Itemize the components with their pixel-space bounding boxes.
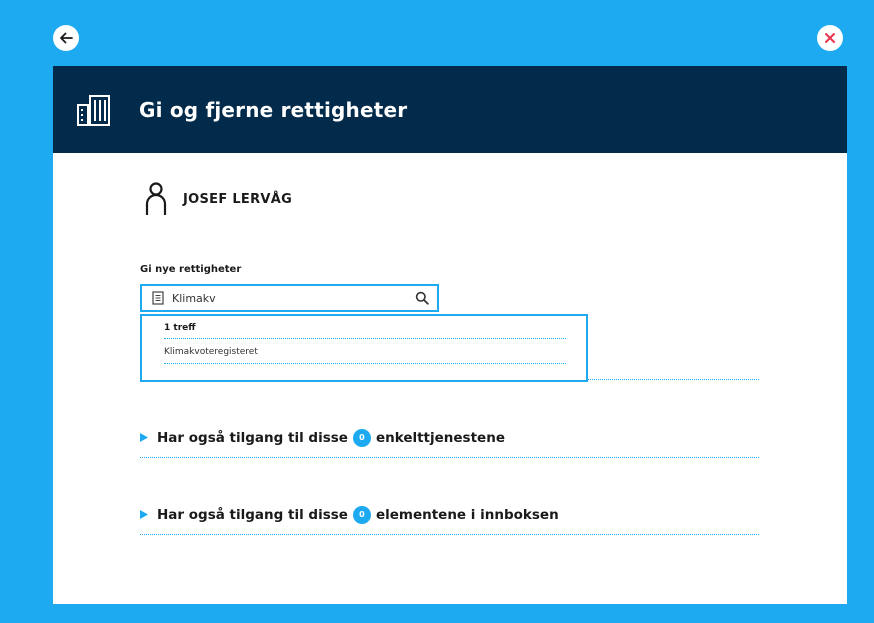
person-icon (145, 182, 167, 215)
expander-services[interactable]: Har også tilgang til disse 0 enkelttjene… (140, 418, 759, 458)
close-button[interactable] (817, 25, 843, 51)
triangle-right-icon (140, 510, 148, 519)
count-badge: 0 (352, 428, 371, 447)
search-icon[interactable] (415, 291, 429, 305)
count-badge: 0 (352, 505, 371, 524)
results-count: 1 treff (164, 323, 566, 339)
modal-header: Gi og fjerne rettigheter (53, 66, 847, 153)
person-name: JOSEF LERVÅG (183, 191, 293, 207)
result-item-klimakvoteregisteret[interactable]: Klimakvoteregisteret (164, 339, 566, 364)
expander-suffix: enkelttjenestene (375, 429, 505, 446)
rights-modal: Gi og fjerne rettigheter JOSEF LERVÅG Gi… (53, 66, 847, 604)
search-box[interactable] (140, 284, 439, 312)
grant-rights-label: Gi nye rettigheter (140, 264, 242, 275)
document-icon (152, 291, 164, 305)
expander-prefix: Har også tilgang til disse (157, 429, 348, 446)
building-icon (77, 94, 110, 126)
back-button[interactable] (53, 25, 79, 51)
expander-prefix: Har også tilgang til disse (157, 506, 348, 523)
arrow-left-icon (60, 32, 73, 44)
expander-inbox-elements[interactable]: Har også tilgang til disse 0 elementene … (140, 495, 759, 535)
search-results-dropdown: 1 treff Klimakvoteregisteret (140, 314, 588, 382)
triangle-right-icon (140, 433, 148, 442)
person-row: JOSEF LERVÅG (145, 182, 292, 216)
page-title: Gi og fjerne rettigheter (139, 97, 408, 122)
search-input[interactable] (172, 288, 415, 308)
expander-suffix: elementene i innboksen (375, 506, 559, 523)
close-x-icon (825, 33, 835, 43)
